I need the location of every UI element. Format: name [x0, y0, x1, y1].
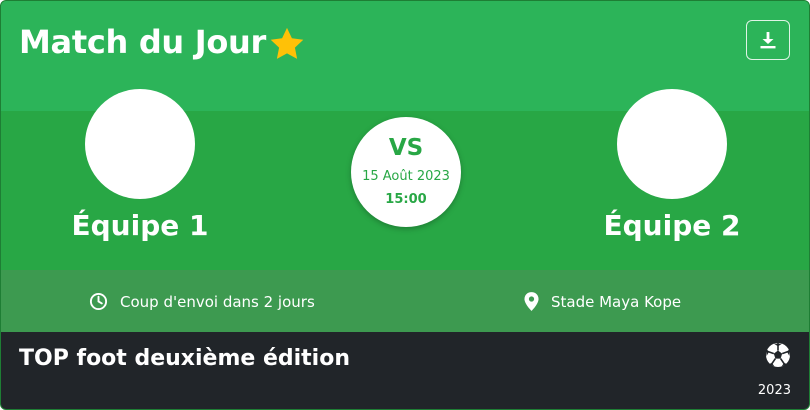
download-button[interactable]	[746, 20, 790, 60]
kickoff-text: Coup d'envoi dans 2 jours	[120, 292, 315, 311]
team1-name: Équipe 1	[71, 209, 209, 242]
info-bar: Coup d'envoi dans 2 jours Stade Maya Kop…	[1, 270, 809, 332]
team2-logo	[617, 89, 727, 199]
card-footer: TOP foot deuxième édition 2023	[1, 332, 809, 409]
footer-year: 2023	[757, 383, 791, 398]
match-card: Match du Jour Équipe 1 VS 15 Août 2023 1…	[0, 0, 810, 410]
team2-name: Équipe 2	[603, 209, 741, 242]
star-icon	[270, 27, 304, 59]
download-icon	[760, 32, 776, 49]
vs-label: VS	[388, 135, 424, 161]
vs-badge: VS 15 Août 2023 15:00	[351, 117, 461, 227]
stadium-text: Stade Maya Kope	[551, 292, 682, 311]
page-title: Match du Jour	[19, 23, 267, 61]
match-date: 15 Août 2023	[362, 169, 450, 184]
football-icon	[766, 343, 790, 367]
stadium-info: Stade Maya Kope	[524, 292, 681, 311]
tournament-title: TOP foot deuxième édition	[19, 346, 350, 371]
kickoff-info: Coup d'envoi dans 2 jours	[89, 292, 315, 311]
team1-logo	[85, 89, 195, 199]
match-time: 15:00	[385, 192, 427, 207]
clock-icon	[89, 292, 108, 311]
map-pin-icon	[524, 292, 539, 311]
